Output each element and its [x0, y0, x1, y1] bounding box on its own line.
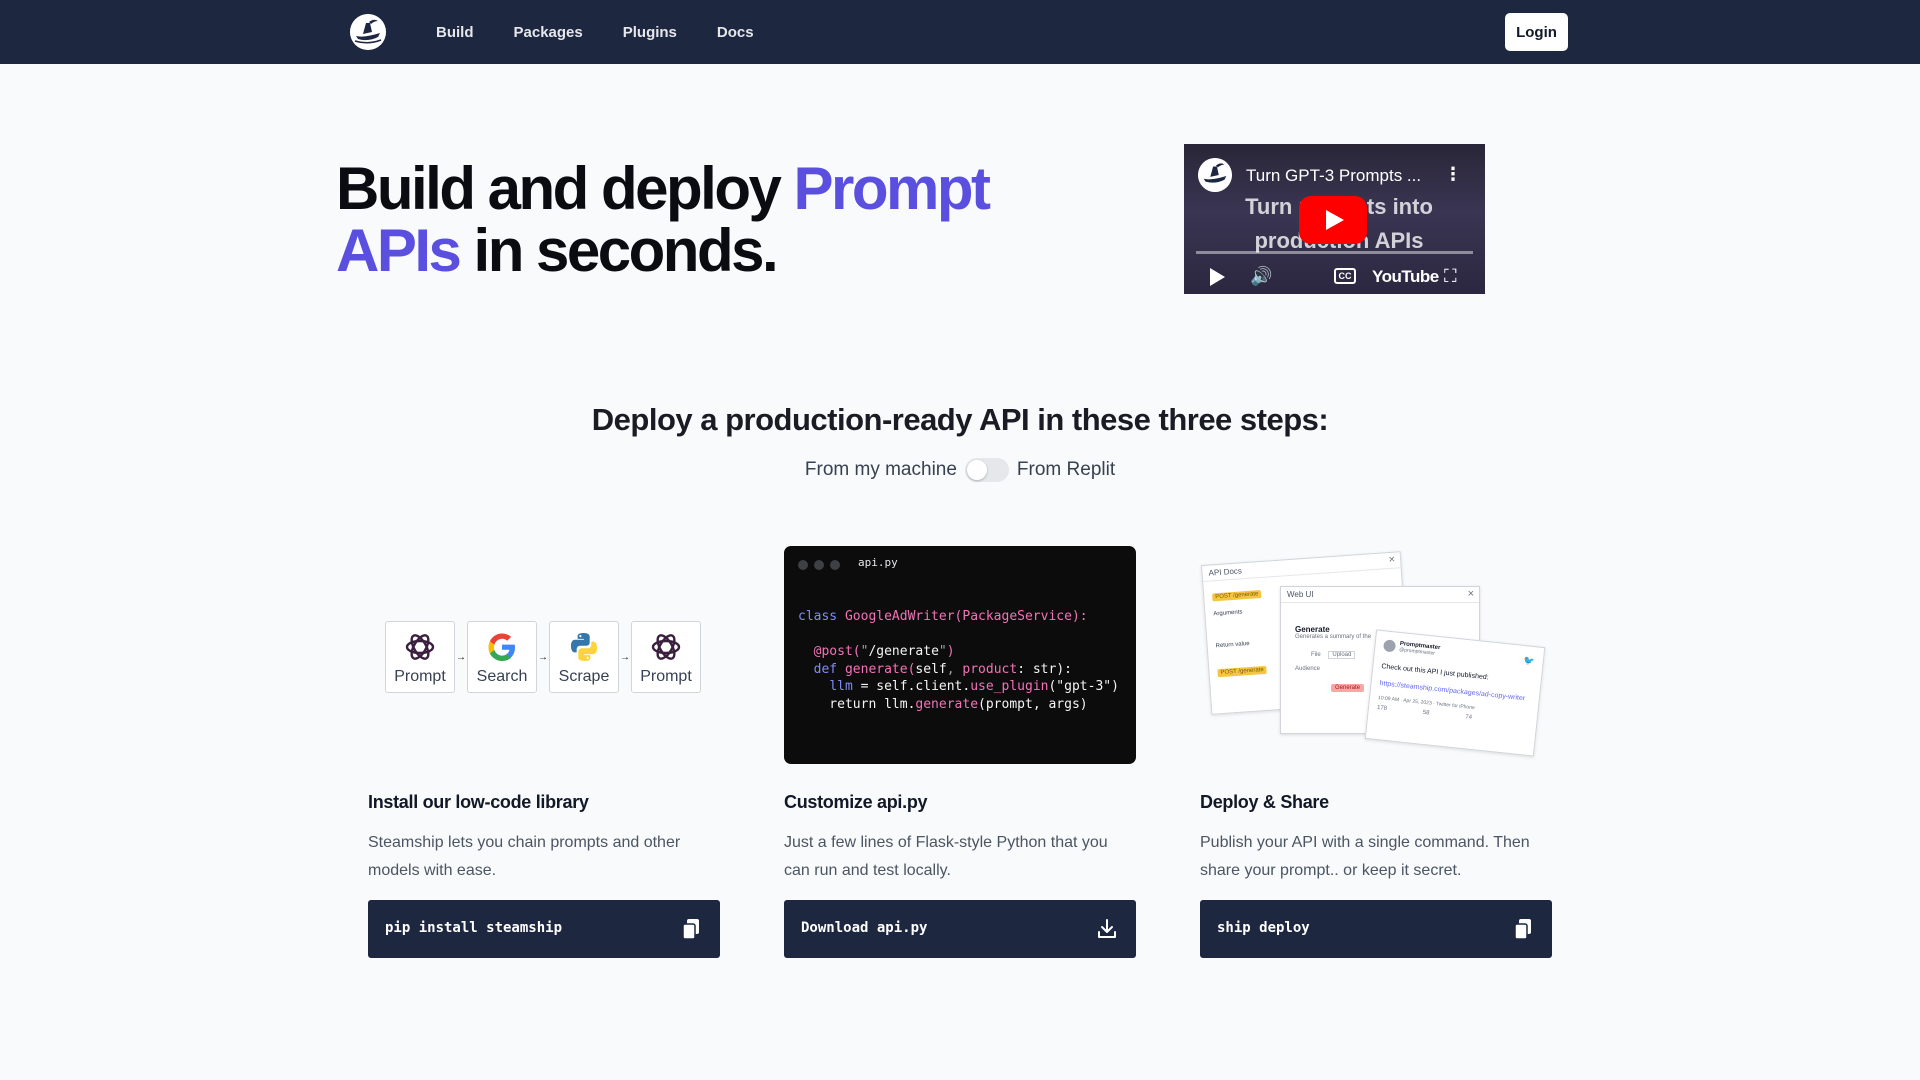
- step-description: Publish your API with a single command. …: [1200, 834, 1530, 879]
- tweet-user-block: Promptmaster @promptmaster: [1399, 641, 1441, 657]
- tweet-count-likes: 74: [1464, 714, 1473, 721]
- window-dots: [798, 560, 840, 570]
- nav-links: Build Packages Plugins Docs: [436, 0, 794, 64]
- step-column-deploy: Deploy & Share Publish your API with a s…: [1200, 792, 1552, 885]
- command-text: pip install steamship: [385, 920, 563, 936]
- fullscreen-icon[interactable]: ⛶: [1444, 266, 1457, 287]
- nav-link-packages[interactable]: Packages: [514, 24, 583, 41]
- top-navbar: Build Packages Plugins Docs Login: [0, 0, 1920, 64]
- code-snippet: class GoogleAdWriter(PackageService): @p…: [798, 609, 1119, 712]
- tweet-count-retweets: 58: [1422, 709, 1430, 717]
- prompt-chain-illustration: Prompt → Search → Scrape → Prompt: [385, 621, 701, 693]
- tweet-count-replies: 178: [1376, 704, 1388, 712]
- google-icon: [488, 633, 515, 661]
- toggle-knob: [966, 460, 987, 480]
- copy-ship-deploy-button[interactable]: ship deploy: [1200, 900, 1552, 958]
- close-icon: ×: [1388, 553, 1396, 567]
- hero-title-part1: Build and deploy: [336, 155, 794, 222]
- arrow-right-icon: →: [538, 651, 548, 663]
- tweet-body: Promptmaster @promptmaster 🐦 Check out t…: [1368, 631, 1544, 736]
- youtube-brand[interactable]: YouTube: [1372, 267, 1439, 287]
- step-column-install: Install our low-code library Steamship l…: [368, 792, 720, 885]
- step-title: Install our low-code library: [368, 792, 589, 812]
- arrow-right-icon: →: [456, 651, 466, 663]
- chain-node-prompt-2: Prompt: [631, 621, 701, 693]
- chain-node-search: Search: [467, 621, 537, 693]
- command-text: ship deploy: [1217, 920, 1310, 936]
- steps-title: Deploy a production-ready API in these t…: [591, 402, 1329, 437]
- nav-link-docs[interactable]: Docs: [717, 24, 754, 41]
- more-options-icon[interactable]: ⋮: [1444, 164, 1462, 185]
- web-ui-title: Web UI: [1287, 590, 1314, 599]
- video-embed[interactable]: Turn prompts into production APIs Turn G…: [1184, 144, 1485, 294]
- login-button[interactable]: Login: [1505, 13, 1568, 51]
- source-toggle[interactable]: [964, 458, 1009, 482]
- python-icon: [571, 633, 597, 661]
- tweet-header: Promptmaster @promptmaster 🐦: [1382, 639, 1536, 667]
- captions-icon[interactable]: CC: [1334, 268, 1356, 284]
- step-column-customize: Customize api.py Just a few lines of Fla…: [784, 792, 1136, 885]
- chain-node-label: Prompt: [640, 668, 692, 685]
- steamship-logo-icon[interactable]: [350, 14, 386, 50]
- download-api-py-button[interactable]: Download api.py: [784, 900, 1136, 958]
- chain-node-scrape: Scrape: [549, 621, 619, 693]
- step-title: Customize api.py: [784, 792, 928, 812]
- window-dot: [814, 560, 824, 570]
- toggle-label-machine: From my machine: [804, 459, 957, 480]
- code-filename: api.py: [858, 556, 898, 569]
- video-title[interactable]: Turn GPT-3 Prompts ...: [1246, 166, 1421, 186]
- arrow-right-icon: →: [620, 651, 630, 663]
- copy-icon: [1514, 919, 1531, 940]
- channel-logo-icon[interactable]: [1198, 158, 1232, 192]
- step-description: Steamship lets you chain prompts and oth…: [368, 834, 681, 879]
- upload-button: Upload: [1328, 651, 1356, 659]
- hero-title: Build and deploy Prompt APIs in seconds.: [336, 158, 1036, 282]
- youtube-play-icon[interactable]: [1299, 196, 1367, 244]
- openai-icon: [651, 634, 681, 660]
- chain-node-label: Search: [476, 668, 528, 685]
- download-icon: [1098, 919, 1116, 938]
- web-ui-card-header: Web UI ×: [1281, 587, 1479, 603]
- openai-icon: [405, 634, 435, 660]
- video-controls: 🔊 CC YouTube ⛶: [1184, 258, 1485, 294]
- post-tag: POST /generate: [1212, 590, 1262, 602]
- play-icon[interactable]: [1210, 268, 1225, 286]
- twitter-bird-icon: 🐦: [1523, 654, 1536, 666]
- hero-title-part2: in seconds.: [459, 217, 779, 284]
- window-dot: [830, 560, 840, 570]
- command-text: Download api.py: [801, 920, 928, 936]
- video-progress-bar[interactable]: [1196, 251, 1473, 254]
- generate-button: Generate: [1331, 684, 1365, 692]
- file-label: File: [1311, 652, 1321, 658]
- source-toggle-row: From my machine From Replit: [0, 455, 1920, 485]
- close-icon: ×: [1467, 588, 1474, 600]
- nav-link-build[interactable]: Build: [436, 24, 474, 41]
- api-docs-title: API Docs: [1208, 566, 1243, 578]
- toggle-label-replit: From Replit: [1016, 459, 1116, 480]
- chain-node-label: Prompt: [394, 668, 446, 685]
- window-dot: [798, 560, 808, 570]
- code-window: api.py class GoogleAdWriter(PackageServi…: [784, 546, 1136, 764]
- deploy-share-illustration: API Docs × POST /generate Arguments Retur…: [1200, 548, 1552, 766]
- nav-link-plugins[interactable]: Plugins: [623, 24, 677, 41]
- post-tag-2: POST /generate: [1217, 665, 1268, 678]
- avatar: [1382, 639, 1397, 653]
- step-title: Deploy & Share: [1200, 792, 1329, 812]
- copy-icon: [682, 919, 699, 940]
- step-description: Just a few lines of Flask-style Python t…: [784, 834, 1108, 879]
- copy-pip-install-button[interactable]: pip install steamship: [368, 900, 720, 958]
- chain-node-prompt: Prompt: [385, 621, 455, 693]
- tweet-card: Promptmaster @promptmaster 🐦 Check out t…: [1364, 629, 1546, 757]
- chain-node-label: Scrape: [558, 668, 610, 685]
- volume-icon[interactable]: 🔊: [1250, 266, 1272, 287]
